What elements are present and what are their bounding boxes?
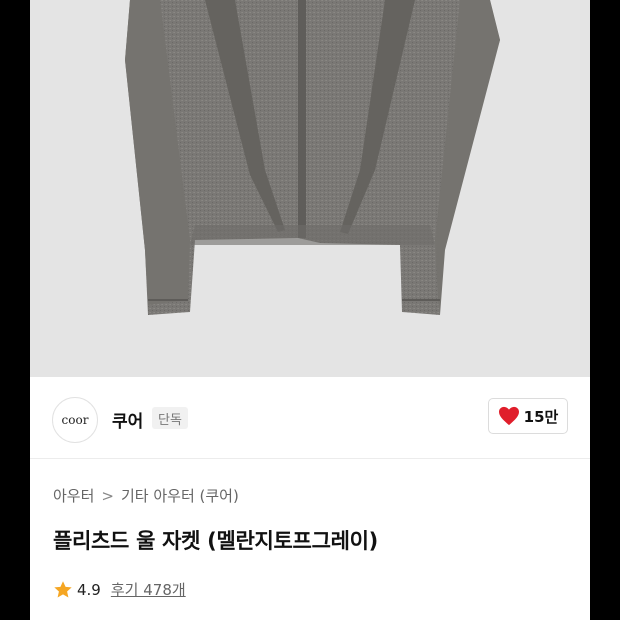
like-button[interactable]: 15만 (488, 398, 568, 434)
rating-score: 4.9 (77, 580, 101, 599)
product-card: coor 쿠어 단독 15만 아우터 > 기타 아우터 (쿠어) 플리츠드 울 … (30, 0, 590, 620)
heart-icon (498, 406, 519, 426)
breadcrumb-level2[interactable]: 기타 아우터 (쿠어) (121, 485, 239, 506)
product-title: 플리츠드 울 자켓 (멜란지토프그레이) (53, 529, 378, 553)
brand-name[interactable]: 쿠어 (112, 407, 143, 432)
breadcrumb-level1[interactable]: 아우터 (53, 485, 94, 506)
like-count: 15만 (523, 407, 559, 426)
breadcrumb: 아우터 > 기타 아우터 (쿠어) (53, 485, 239, 506)
jacket-illustration (125, 0, 500, 315)
brand-row: coor 쿠어 단독 15만 (30, 377, 590, 459)
review-count-link[interactable]: 후기 478개 (111, 579, 186, 600)
rating-row: 4.9 후기 478개 (53, 579, 186, 600)
brand-logo-text: coor (61, 413, 89, 427)
brand-logo[interactable]: coor (52, 397, 98, 443)
exclusive-badge: 단독 (152, 407, 188, 429)
page: coor 쿠어 단독 15만 아우터 > 기타 아우터 (쿠어) 플리츠드 울 … (0, 0, 620, 620)
star-icon (54, 580, 72, 597)
product-image[interactable] (30, 0, 590, 377)
breadcrumb-separator: > (101, 486, 114, 505)
